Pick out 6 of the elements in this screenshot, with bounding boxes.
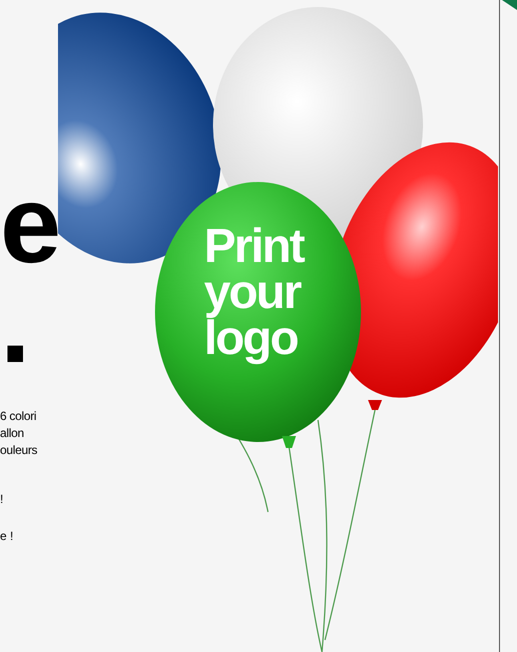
balloon-knot: [368, 400, 382, 410]
note-text: !: [0, 491, 4, 508]
balloon-logo-text: Print your logo: [204, 220, 304, 365]
note-text: e !: [0, 528, 14, 545]
description-text: 6 colori allon ouleurs: [0, 408, 38, 459]
corner-shape: [502, 0, 517, 10]
